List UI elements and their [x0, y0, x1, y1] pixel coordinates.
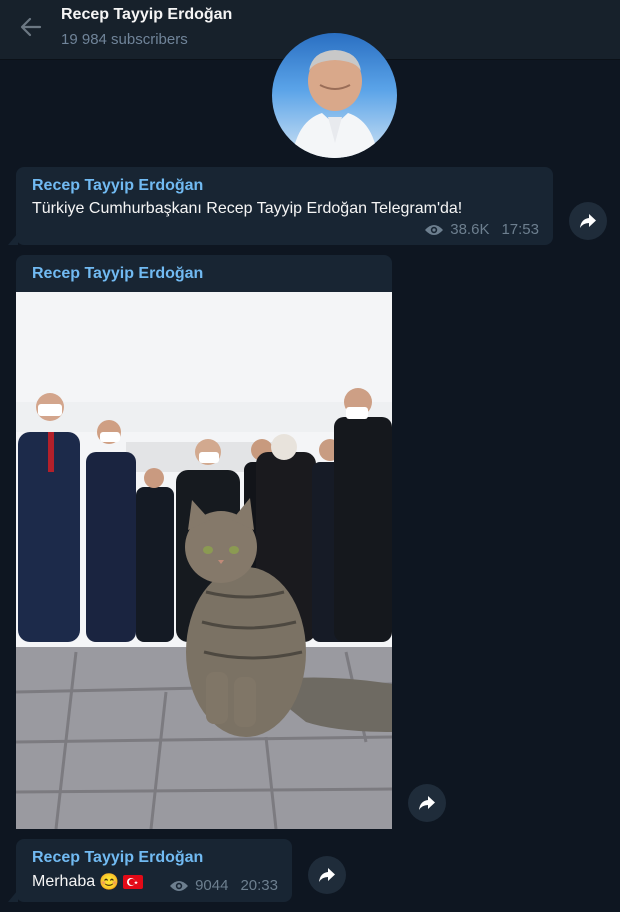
message-meta: 9044 20:33 — [169, 877, 278, 894]
bubble-tail — [8, 233, 18, 245]
message-author[interactable]: Recep Tayyip Erdoğan — [32, 849, 203, 867]
back-button[interactable] — [14, 12, 48, 42]
message-meta: 38.6K 17:53 — [424, 221, 539, 238]
message-author[interactable]: Recep Tayyip Erdoğan — [32, 177, 203, 195]
share-arrow-icon — [319, 868, 335, 882]
smile-emoji: 😊 — [99, 874, 120, 891]
message-text: Türkiye Cumhurbaşkanı Recep Tayyip Erdoğ… — [32, 200, 463, 217]
message-bubble[interactable]: Recep Tayyip Erdoğan Türkiye Cumhurbaşka… — [16, 167, 553, 245]
photo-image — [16, 292, 392, 829]
message-time: 20:33 — [240, 877, 278, 894]
forward-button[interactable] — [408, 784, 446, 822]
message-content: Merhaba 😊 — [32, 872, 144, 892]
arrow-left-icon — [20, 17, 42, 37]
share-arrow-icon — [580, 214, 596, 228]
message-text: Merhaba — [32, 873, 96, 890]
message-author[interactable]: Recep Tayyip Erdoğan — [32, 265, 203, 283]
forward-button[interactable] — [308, 856, 346, 894]
forward-button[interactable] — [569, 202, 607, 240]
channel-avatar[interactable] — [272, 33, 397, 158]
portrait-image — [292, 50, 378, 158]
view-count: 9044 — [195, 877, 229, 894]
message-bubble[interactable]: Recep Tayyip Erdoğan Merhaba 😊 9044 20:3… — [16, 839, 292, 902]
eye-icon — [170, 880, 189, 891]
turkey-flag-emoji — [123, 875, 144, 889]
eye-icon — [425, 224, 444, 235]
message-photo[interactable] — [16, 292, 392, 829]
share-arrow-icon — [419, 796, 435, 810]
message-time: 17:53 — [501, 221, 539, 238]
view-count: 38.6K — [450, 221, 490, 238]
subscriber-count: 19 984 subscribers — [61, 31, 188, 48]
channel-title[interactable]: Recep Tayyip Erdoğan — [61, 6, 232, 24]
